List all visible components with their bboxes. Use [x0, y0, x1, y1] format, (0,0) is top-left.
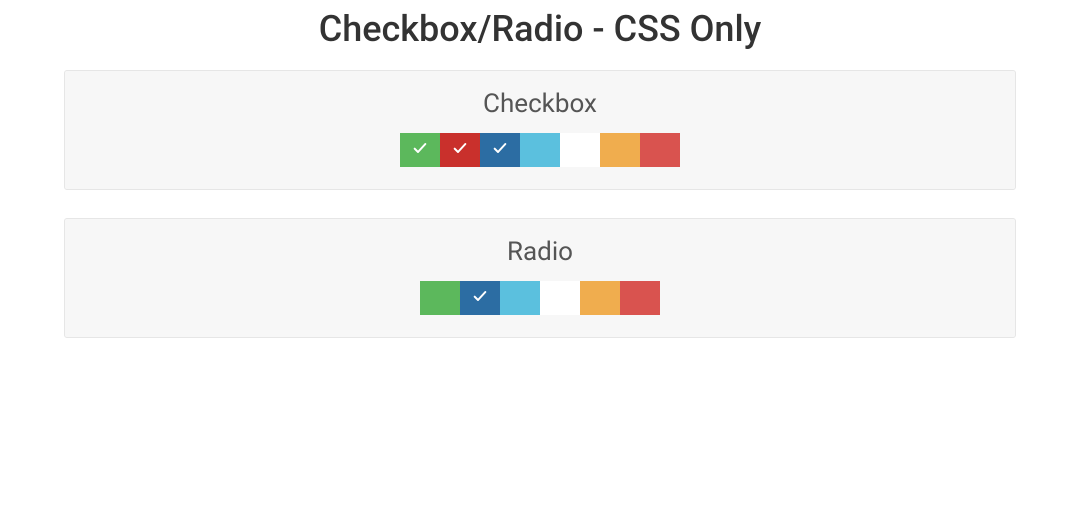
- checkbox-danger[interactable]: [440, 133, 480, 167]
- checkbox-info[interactable]: [520, 133, 560, 167]
- radio-panel: Radio: [64, 218, 1016, 338]
- radio-warning[interactable]: [580, 281, 620, 315]
- radio-default[interactable]: [540, 281, 580, 315]
- check-icon: [492, 140, 508, 160]
- page-title: Checkbox/Radio - CSS Only: [0, 0, 1080, 70]
- checkbox-default[interactable]: [560, 133, 600, 167]
- check-icon: [452, 140, 468, 160]
- checkbox-primary[interactable]: [480, 133, 520, 167]
- checkbox-row: [400, 133, 680, 167]
- radio-info[interactable]: [500, 281, 540, 315]
- checkbox-panel: Checkbox: [64, 70, 1016, 190]
- radio-success[interactable]: [420, 281, 460, 315]
- checkbox-success[interactable]: [400, 133, 440, 167]
- radio-red[interactable]: [620, 281, 660, 315]
- checkbox-red[interactable]: [640, 133, 680, 167]
- radio-heading: Radio: [65, 237, 1015, 267]
- check-icon: [472, 288, 488, 308]
- checkbox-heading: Checkbox: [65, 89, 1015, 119]
- checkbox-warning[interactable]: [600, 133, 640, 167]
- radio-row: [420, 281, 660, 315]
- check-icon: [412, 140, 428, 160]
- radio-primary[interactable]: [460, 281, 500, 315]
